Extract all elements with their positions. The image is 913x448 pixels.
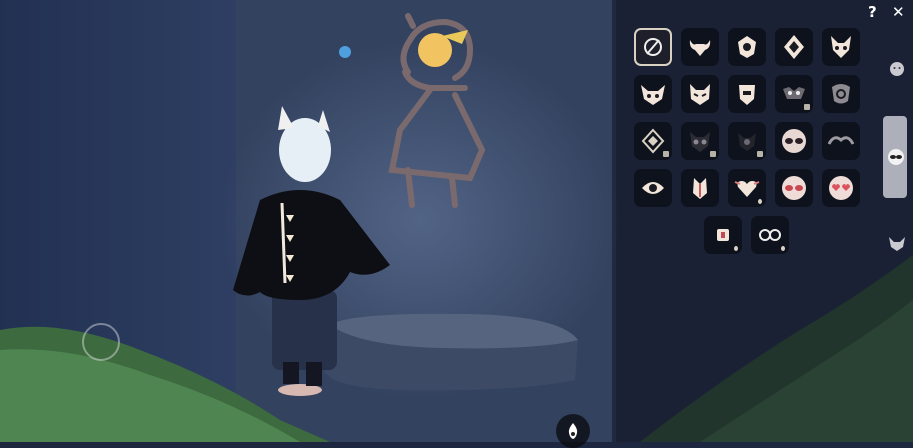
heart-mask-icon	[734, 181, 760, 197]
fox-mask-icon	[831, 36, 851, 58]
help-button[interactable]: ?	[868, 3, 877, 21]
lock-icon	[757, 151, 763, 157]
mask-slot[interactable]	[681, 28, 719, 66]
lock-icon	[804, 104, 810, 110]
scarf-mask-icon	[717, 229, 729, 241]
mask-none-slot[interactable]	[634, 28, 672, 66]
drop-icon	[734, 246, 738, 251]
mask-slot[interactable]	[728, 169, 766, 207]
mask-slot[interactable]	[681, 122, 719, 160]
mask-slot[interactable]	[822, 122, 860, 160]
horned-mask-icon	[889, 237, 905, 251]
lock-icon	[710, 151, 716, 157]
mask-slot[interactable]	[681, 75, 719, 113]
mask-slot[interactable]	[634, 122, 672, 160]
category-face[interactable]	[884, 56, 910, 82]
feather-mask-icon	[693, 178, 707, 199]
lock-icon	[663, 151, 669, 157]
mask-slot[interactable]	[775, 169, 813, 207]
drop-icon	[758, 199, 762, 204]
shield-mask-icon	[739, 85, 755, 105]
glasses-icon	[782, 129, 806, 153]
mask-slot[interactable]	[728, 122, 766, 160]
category-sunglasses[interactable]	[883, 144, 909, 170]
horned-mask-icon	[641, 85, 665, 105]
none-icon	[644, 38, 662, 56]
mask-slot[interactable]	[728, 75, 766, 113]
mask-slot[interactable]	[704, 216, 742, 254]
face-icon	[890, 62, 904, 76]
round-glasses-icon	[759, 229, 781, 241]
eye-mask-icon	[642, 182, 664, 194]
cat-mask-icon	[690, 84, 710, 105]
mask-slot[interactable]	[751, 216, 789, 254]
mask-slot[interactable]	[728, 28, 766, 66]
wings-mask-icon	[827, 136, 855, 145]
movement-joystick[interactable]	[82, 323, 120, 361]
close-button[interactable]: ✕	[892, 3, 905, 21]
mask-slot[interactable]	[822, 28, 860, 66]
mask-slot[interactable]	[775, 122, 813, 160]
mask-slot[interactable]	[681, 169, 719, 207]
mask-slot[interactable]	[822, 75, 860, 113]
spiral-mask-icon	[832, 84, 850, 104]
category-horned-mask[interactable]	[884, 230, 910, 256]
sunglasses-icon	[888, 149, 904, 165]
drop-icon	[781, 246, 785, 251]
mask-slot[interactable]	[775, 28, 813, 66]
mask-slot[interactable]	[634, 75, 672, 113]
crest-mask-icon	[738, 36, 756, 58]
heart-glasses-icon	[829, 176, 853, 200]
flame-icon	[568, 423, 578, 439]
mask-slot[interactable]	[822, 169, 860, 207]
mask-slot[interactable]	[634, 169, 672, 207]
pink-sunglasses-icon	[782, 176, 806, 200]
mask-slot[interactable]	[775, 75, 813, 113]
emote-button[interactable]	[556, 414, 590, 448]
diamond-mask-icon	[784, 35, 804, 59]
ox-mask-icon	[689, 40, 711, 56]
